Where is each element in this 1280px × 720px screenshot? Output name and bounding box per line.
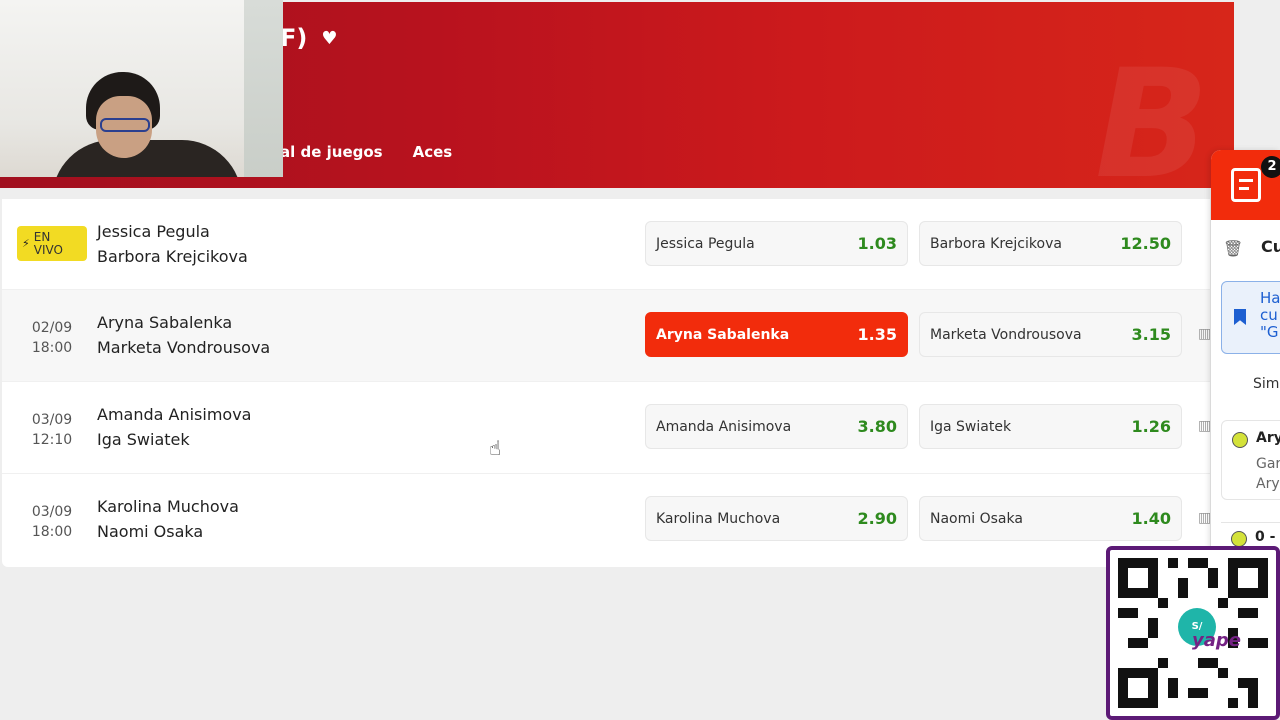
- odd-value: 12.50: [1120, 234, 1171, 253]
- odd-button-away[interactable]: Naomi Osaka 1.40: [919, 496, 1182, 541]
- lightning-icon: ⚡: [22, 237, 30, 250]
- trash-icon[interactable]: 🗑: [1223, 239, 1243, 258]
- match-time: 18:00: [31, 340, 73, 356]
- selection-title: Ary: [1256, 430, 1280, 446]
- betslip-panel: 2 🗑 Cu Ha cu "G Simp Ary Gar Ary 0 - 2: [1211, 150, 1280, 550]
- odd-value: 1.26: [1131, 417, 1171, 436]
- competition-title-text: F): [280, 24, 308, 52]
- odd-name: Karolina Muchova: [656, 510, 781, 527]
- stats-icon[interactable]: ▥: [1198, 418, 1212, 436]
- match-datetime: 03/09 18:00: [22, 502, 82, 542]
- live-badge: ⚡ EN VIVO: [17, 226, 87, 261]
- match-row[interactable]: 02/09 18:00 Aryna Sabalenka Marketa Vond…: [2, 290, 1212, 382]
- market-tabs: al de juegos Aces: [280, 143, 452, 161]
- player-away: Barbora Krejcikova: [97, 247, 248, 266]
- odd-button-home[interactable]: Aryna Sabalenka 1.35: [645, 312, 908, 357]
- betslip-toolbar-label: Cu: [1261, 237, 1280, 256]
- tennis-ball-icon: [1232, 432, 1248, 448]
- tab-total-games[interactable]: al de juegos: [280, 143, 383, 161]
- payment-brand: yape: [1192, 630, 1241, 651]
- odd-value: 3.15: [1131, 325, 1171, 344]
- match-players[interactable]: Karolina Muchova Naomi Osaka: [97, 494, 239, 544]
- qr-code-overlay: S/ yape: [1106, 546, 1280, 720]
- betslip-icon[interactable]: [1231, 168, 1261, 202]
- player-home: Aryna Sabalenka: [97, 313, 233, 332]
- live-label: EN VIVO: [33, 229, 63, 257]
- odd-name: Amanda Anisimova: [656, 418, 792, 435]
- odd-value: 3.80: [857, 417, 897, 436]
- odd-name: Iga Swiatek: [930, 418, 1012, 435]
- webcam-person-glasses: [100, 118, 150, 132]
- match-time: 18:00: [31, 524, 73, 540]
- webcam-background: [244, 0, 283, 177]
- match-players[interactable]: Amanda Anisimova Iga Swiatek: [97, 402, 251, 452]
- match-players[interactable]: Jessica Pegula Barbora Krejcikova: [97, 219, 248, 269]
- betslip-selection[interactable]: Ary Gar Ary: [1221, 420, 1280, 500]
- odd-button-away[interactable]: Barbora Krejcikova 12.50: [919, 221, 1182, 266]
- match-row[interactable]: 03/09 18:00 Karolina Muchova Naomi Osaka…: [2, 474, 1212, 566]
- pointer-cursor-icon: ☝: [489, 436, 502, 460]
- player-away: Marketa Vondrousova: [97, 338, 271, 357]
- match-date: 03/09: [31, 412, 73, 428]
- odd-button-away[interactable]: Marketa Vondrousova 3.15: [919, 312, 1182, 357]
- odd-value: 1.40: [1131, 509, 1171, 528]
- odd-name: Barbora Krejcikova: [930, 235, 1062, 252]
- odd-button-home[interactable]: Karolina Muchova 2.90: [645, 496, 908, 541]
- match-datetime: 02/09 18:00: [22, 318, 82, 358]
- player-home: Jessica Pegula: [97, 222, 210, 241]
- odd-button-away[interactable]: Iga Swiatek 1.26: [919, 404, 1182, 449]
- match-players[interactable]: Aryna Sabalenka Marketa Vondrousova: [97, 310, 270, 360]
- match-date: 02/09: [31, 320, 73, 336]
- betslip-header[interactable]: 2: [1211, 150, 1280, 220]
- selection-title: 0 - 2: [1255, 529, 1280, 545]
- odd-button-home[interactable]: Jessica Pegula 1.03: [645, 221, 908, 266]
- odd-value: 2.90: [857, 509, 897, 528]
- tab-aces[interactable]: Aces: [413, 143, 453, 161]
- match-row[interactable]: 03/09 12:10 Amanda Anisimova Iga Swiatek…: [2, 382, 1212, 474]
- tennis-ball-icon: [1231, 531, 1247, 547]
- selection-pick: Ary: [1256, 476, 1280, 492]
- betslip-toolbar: 🗑 Cu: [1211, 233, 1280, 263]
- betslip-count-badge: 2: [1261, 156, 1280, 178]
- webcam-overlay: [0, 0, 283, 177]
- match-date: 03/09: [31, 504, 73, 520]
- match-time: 12:10: [31, 432, 73, 448]
- odd-name: Aryna Sabalenka: [656, 326, 790, 343]
- player-home: Amanda Anisimova: [97, 405, 252, 424]
- odd-button-home[interactable]: Amanda Anisimova 3.80: [645, 404, 908, 449]
- match-row[interactable]: ⚡ EN VIVO Jessica Pegula Barbora Krejcik…: [2, 199, 1210, 290]
- player-away: Naomi Osaka: [97, 522, 204, 541]
- odd-name: Jessica Pegula: [656, 235, 755, 252]
- odd-name: Naomi Osaka: [930, 510, 1023, 527]
- favorite-heart-icon[interactable]: ♥: [321, 28, 337, 49]
- match-list: ⚡ EN VIVO Jessica Pegula Barbora Krejcik…: [2, 199, 1212, 567]
- stats-icon[interactable]: ▥: [1198, 326, 1212, 344]
- bookmark-icon: [1234, 309, 1246, 325]
- odd-value: 1.35: [857, 325, 897, 344]
- betslip-info-text: Ha cu "G: [1260, 289, 1280, 341]
- stats-icon[interactable]: ▥: [1198, 510, 1212, 528]
- competition-title[interactable]: F) ♥: [280, 24, 338, 52]
- selection-market: Gar: [1256, 456, 1280, 472]
- player-away: Iga Swiatek: [97, 430, 190, 449]
- odd-name: Marketa Vondrousova: [930, 326, 1082, 343]
- betslip-info-banner: Ha cu "G: [1221, 281, 1280, 354]
- player-home: Karolina Muchova: [97, 497, 239, 516]
- tab-single[interactable]: Simp: [1253, 376, 1280, 392]
- odd-value: 1.03: [857, 234, 897, 253]
- match-datetime: 03/09 12:10: [22, 410, 82, 450]
